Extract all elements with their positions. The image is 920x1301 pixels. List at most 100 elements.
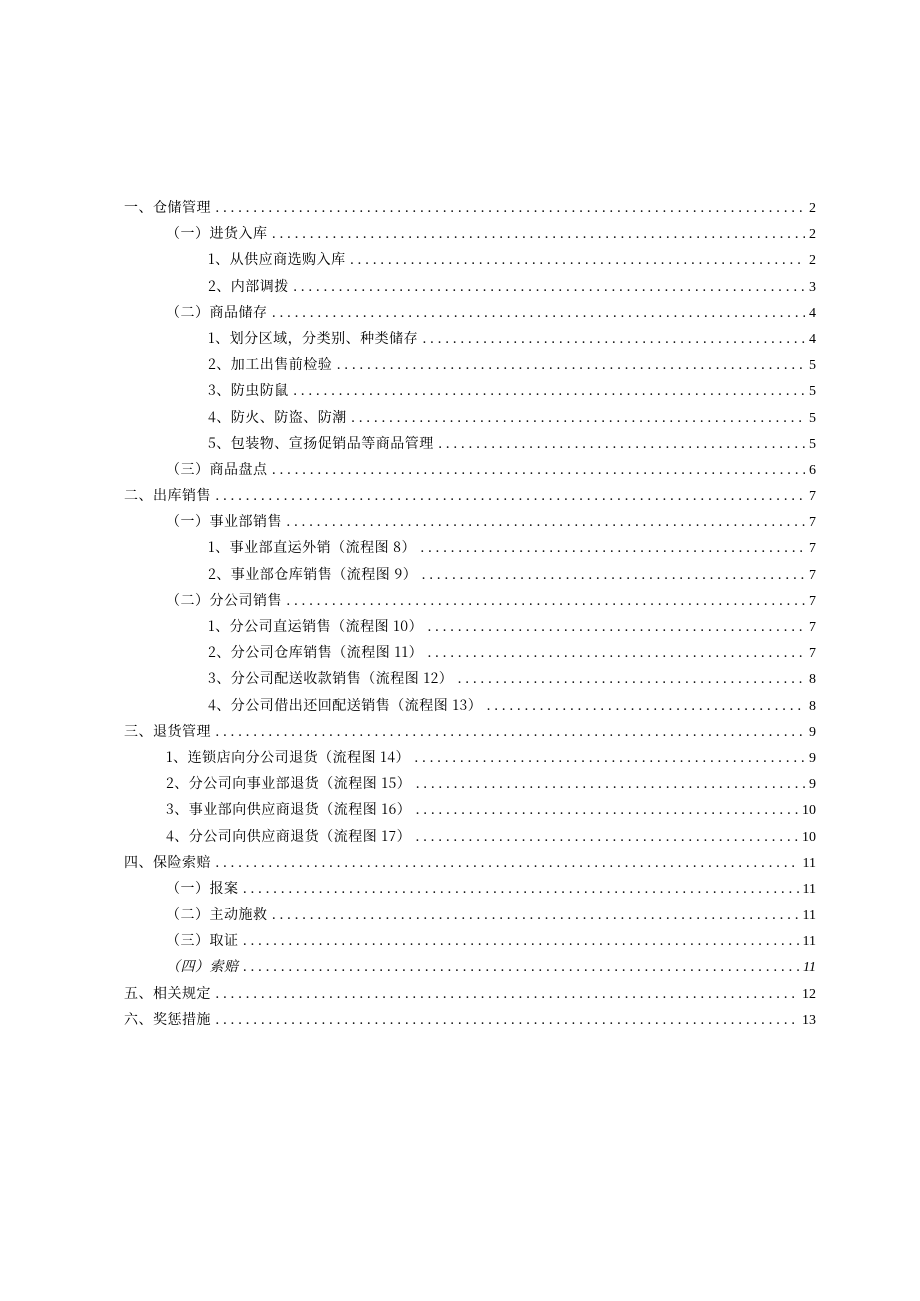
toc-leader [286,593,805,607]
toc-entry[interactable]: 六、奖惩措施13 [124,1012,816,1028]
document-page: 一、仓储管理2 （一）进货入库 2 1、从供应商选购入库 2 2、内部调拨3 （二）商品储存… [0,0,920,1301]
toc-entry[interactable]: （一）报案11 [124,881,816,897]
toc-entry[interactable]: 1、事业部直运外销（流程图 8）7 [124,540,816,556]
toc-entry[interactable]: （一）进货入库 2 [124,226,816,242]
toc-entry-page: 9 [809,726,816,740]
toc-entry-page: 7 [809,647,816,661]
toc-leader [293,383,805,397]
toc-entry-title: （二）主动施救 [166,907,268,921]
toc-entry-title: 二、出库销售 [124,488,211,502]
toc-entry-page: 5 [809,359,816,373]
toc-entry-page: 7 [809,569,816,583]
toc-entry-page: 2 [809,228,816,242]
toc-entry-title: 一、仓储管理 [124,200,211,214]
toc-leader [215,855,799,869]
toc-leader [486,698,805,712]
toc-leader [243,881,799,895]
toc-entry[interactable]: 4、分公司向供应商退货（流程图 17）10 [124,829,816,845]
toc-entry[interactable]: 二、出库销售 7 [124,488,816,504]
toc-entry[interactable]: 1、分公司直运销售（流程图 10） 7 [124,619,816,635]
toc-leader [415,776,805,790]
toc-leader [427,645,805,659]
toc-leader [272,907,799,921]
toc-entry-title: 1、划分区域，分类别、种类储存 [208,331,418,345]
table-of-contents: 一、仓储管理2 （一）进货入库 2 1、从供应商选购入库 2 2、内部调拨3 （二）商品储存… [124,200,816,1038]
toc-entry[interactable]: 五、相关规定12 [124,986,816,1002]
toc-entry[interactable]: 1、连锁店向分公司退货（流程图 14） 9 [124,750,816,766]
toc-entry[interactable]: 3、防虫防鼠 5 [124,383,816,399]
toc-entry-title: （三）商品盘点 [166,462,268,476]
toc-entry-page: 11 [803,883,816,897]
toc-entry[interactable]: 1、从供应商选购入库 2 [124,252,816,268]
toc-entry-title: 2、分公司仓库销售（流程图 11） [208,645,423,659]
toc-entry-page: 2 [809,254,816,268]
toc-entry-page: 7 [809,490,816,504]
toc-entry-title: 3、事业部向供应商退货（流程图 16） [166,802,411,816]
toc-leader [422,331,805,345]
toc-entry-title: 1、连锁店向分公司退货（流程图 14） [166,750,410,764]
toc-entry-title: （一）进货入库 [166,226,268,240]
toc-leader [243,933,799,947]
toc-entry[interactable]: （三）取证11 [124,933,816,949]
toc-entry-page: 5 [809,438,816,452]
toc-leader [215,200,805,214]
toc-leader [415,802,798,816]
toc-entry-page: 7 [809,621,816,635]
toc-entry-title: （四）索赔 [166,959,239,973]
toc-leader [215,1012,798,1026]
toc-entry[interactable]: （二）分公司销售7 [124,593,816,609]
toc-entry[interactable]: 2、事业部仓库销售（流程图 9）7 [124,567,816,583]
toc-leader [272,305,806,319]
toc-entry[interactable]: 3、分公司配送收款销售（流程图 12）8 [124,671,816,687]
toc-leader [272,226,806,240]
toc-leader [286,514,805,528]
toc-entry[interactable]: 1、划分区域，分类别、种类储存4 [124,331,816,347]
toc-entry[interactable]: （一）事业部销售7 [124,514,816,530]
toc-leader [293,279,805,293]
toc-entry[interactable]: 三、退货管理9 [124,724,816,740]
toc-entry-title: 五、相关规定 [124,986,211,1000]
toc-entry[interactable]: （四）索赔 11 [124,959,816,975]
toc-entry-page: 5 [809,385,816,399]
toc-entry-page: 7 [809,595,816,609]
toc-entry-page: 11 [803,909,816,923]
toc-leader [243,959,800,973]
toc-entry[interactable]: （二）商品储存 4 [124,305,816,321]
toc-entry[interactable]: 4、分公司借出还回配送销售（流程图 13）8 [124,698,816,714]
toc-leader [351,410,805,424]
toc-entry-title: 1、分公司直运销售（流程图 10） [208,619,423,633]
toc-entry-page: 4 [809,307,816,321]
toc-entry-page: 8 [809,700,816,714]
toc-leader [272,462,806,476]
toc-leader [215,488,805,502]
toc-entry-page: 9 [809,752,816,766]
toc-entry-title: 4、防火、防盗、防潮 [208,410,347,424]
toc-leader [421,567,805,581]
toc-entry[interactable]: 2、分公司仓库销售（流程图 11） 7 [124,645,816,661]
toc-entry-page: 3 [809,281,816,295]
toc-entry[interactable]: 3、事业部向供应商退货（流程图 16）10 [124,802,816,818]
toc-entry-title: 1、从供应商选购入库 [208,252,346,266]
toc-entry-page: 7 [809,516,816,530]
toc-entry-title: 3、防虫防鼠 [208,383,289,397]
toc-entry[interactable]: （三）商品盘点6 [124,462,816,478]
toc-entry[interactable]: 2、内部调拨3 [124,279,816,295]
toc-entry[interactable]: 四、保险索赔11 [124,855,816,871]
toc-entry[interactable]: 4、防火、防盗、防潮 5 [124,410,816,426]
toc-entry-page: 9 [809,778,816,792]
toc-leader [427,619,805,633]
toc-entry[interactable]: （二）主动施救 11 [124,907,816,923]
toc-entry-page: 11 [803,961,816,975]
toc-entry[interactable]: 2、加工出售前检验5 [124,357,816,373]
toc-entry-title: （二）商品储存 [166,305,268,319]
toc-leader [350,252,805,266]
toc-entry[interactable]: 5、包装物、宣扬促销品等商品管理5 [124,436,816,452]
toc-entry-title: （三）取证 [166,933,239,947]
toc-leader [438,436,805,450]
toc-entry[interactable]: 2、分公司向事业部退货（流程图 15）9 [124,776,816,792]
toc-entry-page: 13 [802,1014,816,1028]
toc-entry[interactable]: 一、仓储管理2 [124,200,816,216]
toc-entry-page: 10 [802,831,816,845]
toc-entry-page: 11 [803,857,816,871]
toc-entry-page: 5 [809,412,816,426]
